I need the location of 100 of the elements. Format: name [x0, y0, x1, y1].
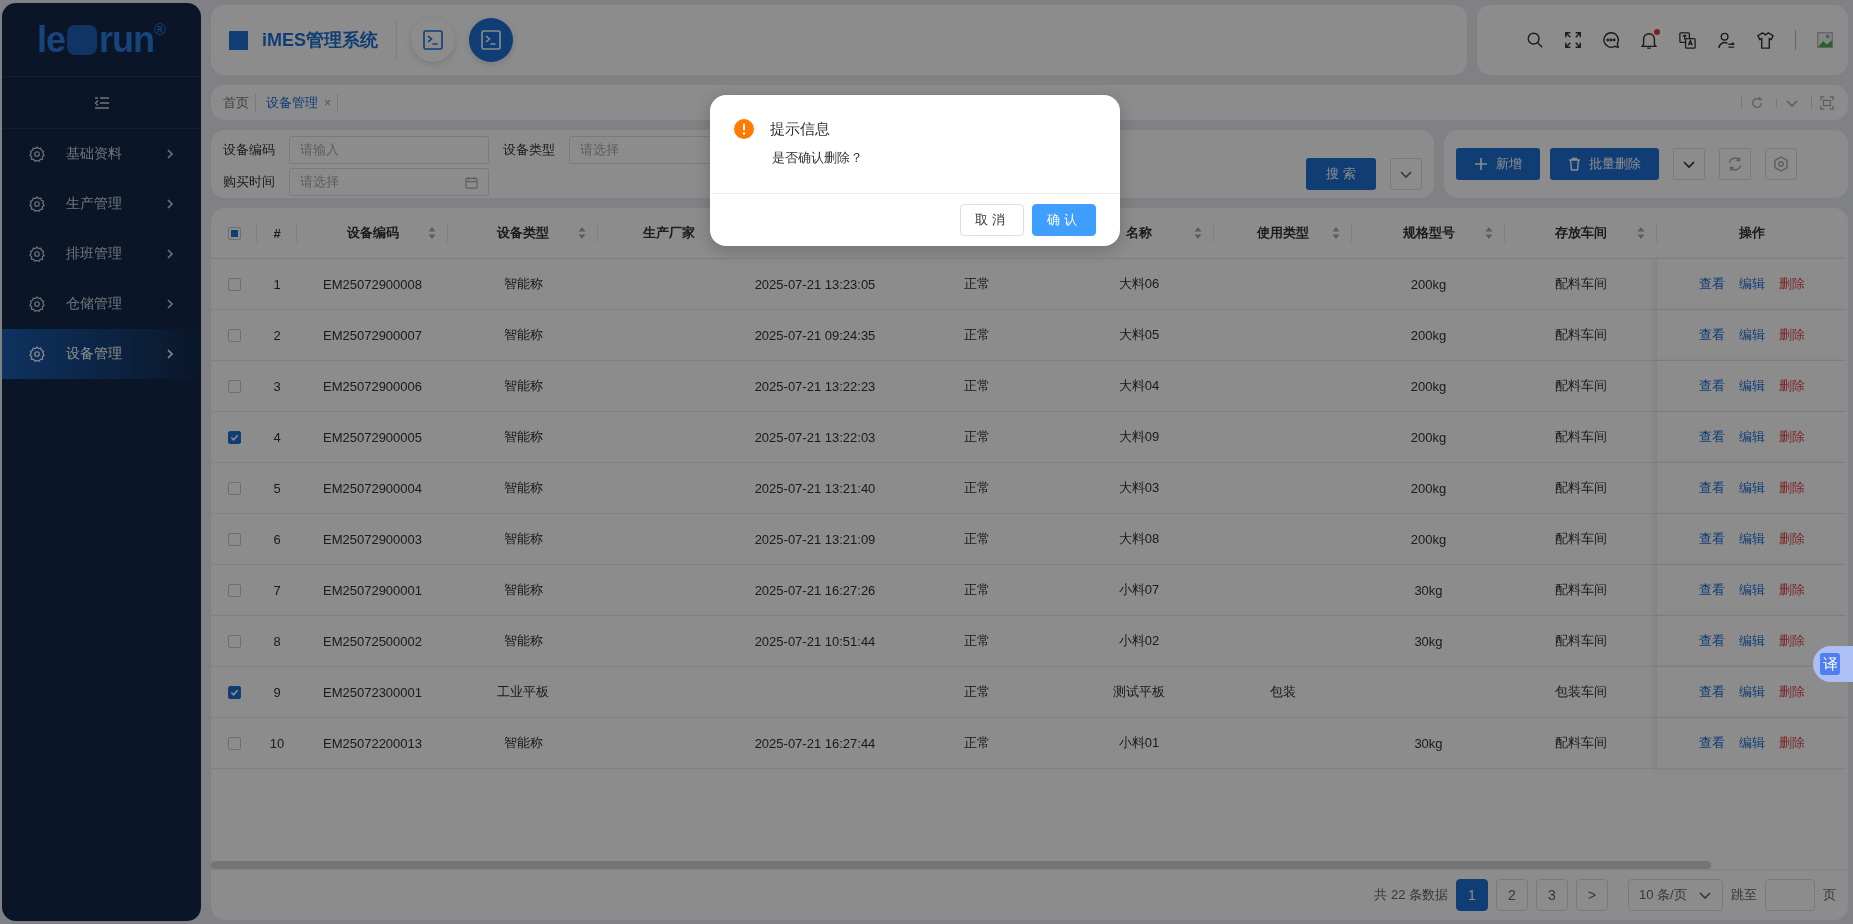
- row-checkbox[interactable]: [227, 736, 241, 750]
- table-cell: 智能称: [503, 275, 543, 293]
- sort-icon[interactable]: [1332, 226, 1340, 240]
- delete-link[interactable]: 删除: [1778, 428, 1805, 446]
- search-button[interactable]: 搜索: [1306, 158, 1376, 190]
- table-cell: 30kg: [1414, 735, 1443, 751]
- page-size-select[interactable]: 10 条/页: [1628, 879, 1723, 911]
- table-cell: 大料08: [1118, 530, 1160, 548]
- view-link[interactable]: 查看: [1698, 530, 1725, 548]
- view-link[interactable]: 查看: [1698, 275, 1725, 293]
- edit-link[interactable]: 编辑: [1738, 683, 1765, 701]
- view-link[interactable]: 查看: [1698, 632, 1725, 650]
- dropdown-button[interactable]: [1673, 148, 1705, 180]
- refresh-icon[interactable]: [1750, 95, 1764, 110]
- row-checkbox[interactable]: [227, 532, 241, 546]
- column-header: 使用类型: [1257, 224, 1309, 242]
- next-page-button[interactable]: >: [1576, 879, 1608, 911]
- terminal-icon: [422, 29, 444, 51]
- edit-link[interactable]: 编辑: [1738, 734, 1765, 752]
- translate-button[interactable]: 译: [1813, 646, 1853, 682]
- delete-link[interactable]: 删除: [1778, 683, 1805, 701]
- row-checkbox[interactable]: [227, 583, 241, 597]
- delete-link[interactable]: 删除: [1778, 581, 1805, 599]
- row-checkbox[interactable]: [227, 430, 241, 444]
- row-checkbox[interactable]: [227, 481, 241, 495]
- table-cell: EM25072900005: [323, 429, 422, 445]
- menu-fold-icon[interactable]: [93, 95, 110, 110]
- delete-link[interactable]: 删除: [1778, 275, 1805, 293]
- delete-link[interactable]: 删除: [1778, 530, 1805, 548]
- row-checkbox[interactable]: [227, 277, 241, 291]
- page-tab[interactable]: 首页: [217, 93, 256, 112]
- delete-link[interactable]: 删除: [1778, 377, 1805, 395]
- view-link[interactable]: 查看: [1698, 581, 1725, 599]
- confirm-button[interactable]: 确认: [1032, 204, 1096, 236]
- table-cell: 2025-07-21 13:23:05: [754, 276, 876, 292]
- table-cell: 测试平板: [1113, 683, 1165, 701]
- batch-delete-button[interactable]: 批量删除: [1550, 148, 1659, 180]
- delete-link[interactable]: 删除: [1778, 479, 1805, 497]
- edit-link[interactable]: 编辑: [1738, 326, 1765, 344]
- sidebar-item[interactable]: 排班管理: [2, 229, 201, 279]
- search-icon[interactable]: [1526, 31, 1544, 49]
- cancel-button[interactable]: 取消: [960, 204, 1024, 236]
- table-cell: 配料车间: [1555, 275, 1607, 293]
- edit-link[interactable]: 编辑: [1738, 377, 1765, 395]
- page-button[interactable]: 1: [1456, 879, 1488, 911]
- view-link[interactable]: 查看: [1698, 479, 1725, 497]
- table-cell: EM25072900006: [323, 378, 422, 394]
- shirt-icon[interactable]: [1756, 30, 1775, 50]
- delete-link[interactable]: 删除: [1778, 326, 1805, 344]
- view-link[interactable]: 查看: [1698, 326, 1725, 344]
- scrollbar-thumb[interactable]: [211, 861, 1711, 869]
- row-checkbox[interactable]: [227, 634, 241, 648]
- table-cell: EM25072900003: [323, 531, 422, 547]
- view-link[interactable]: 查看: [1698, 683, 1725, 701]
- view-link[interactable]: 查看: [1698, 428, 1725, 446]
- sidebar-item[interactable]: 生产管理: [2, 179, 201, 229]
- sidebar-item[interactable]: 仓储管理: [2, 279, 201, 329]
- refresh-icon: [1727, 156, 1743, 172]
- add-button[interactable]: 新增: [1456, 148, 1540, 180]
- row-checkbox[interactable]: [227, 379, 241, 393]
- delete-link[interactable]: 删除: [1778, 632, 1805, 650]
- edit-link[interactable]: 编辑: [1738, 581, 1765, 599]
- chevron-down-icon: [1399, 169, 1413, 179]
- delete-link[interactable]: 删除: [1778, 734, 1805, 752]
- sort-icon[interactable]: [428, 226, 436, 240]
- table-cell: 200kg: [1410, 480, 1447, 496]
- bell-icon[interactable]: [1640, 30, 1658, 50]
- view-link[interactable]: 查看: [1698, 377, 1725, 395]
- sort-icon[interactable]: [578, 226, 586, 240]
- broken-image-icon[interactable]: [1816, 31, 1834, 49]
- expand-button[interactable]: [1390, 158, 1422, 190]
- settings-button[interactable]: [1765, 148, 1797, 180]
- sort-icon[interactable]: [1485, 226, 1493, 240]
- fullscreen-icon[interactable]: [1564, 31, 1582, 49]
- edit-link[interactable]: 编辑: [1738, 275, 1765, 293]
- user-switch-icon[interactable]: [1717, 30, 1736, 50]
- page-tab[interactable]: 设备管理 ×: [260, 93, 338, 112]
- edit-link[interactable]: 编辑: [1738, 632, 1765, 650]
- table-cell: EM25072900007: [323, 327, 422, 343]
- sort-icon[interactable]: [1194, 226, 1202, 240]
- sidebar-item[interactable]: 基础资料: [2, 129, 201, 179]
- column-header: 规格型号: [1402, 224, 1455, 242]
- row-checkbox[interactable]: [227, 328, 241, 342]
- select-all-checkbox[interactable]: [227, 226, 241, 240]
- terminal-button[interactable]: [411, 18, 455, 62]
- view-link[interactable]: 查看: [1698, 734, 1725, 752]
- edit-link[interactable]: 编辑: [1738, 479, 1765, 497]
- refresh-button[interactable]: [1719, 148, 1751, 180]
- warning-icon: [734, 119, 754, 139]
- terminal-button[interactable]: [469, 18, 513, 62]
- table-cell: 3: [273, 378, 281, 394]
- table-cell: 2: [273, 327, 281, 343]
- row-checkbox[interactable]: [227, 685, 241, 699]
- edit-link[interactable]: 编辑: [1738, 428, 1765, 446]
- page-button[interactable]: 2: [1496, 879, 1528, 911]
- edit-link[interactable]: 编辑: [1738, 530, 1765, 548]
- translate-icon[interactable]: [1678, 30, 1697, 50]
- chat-icon[interactable]: [1602, 31, 1620, 49]
- sort-icon[interactable]: [1637, 226, 1645, 240]
- page-button[interactable]: 3: [1536, 879, 1568, 911]
